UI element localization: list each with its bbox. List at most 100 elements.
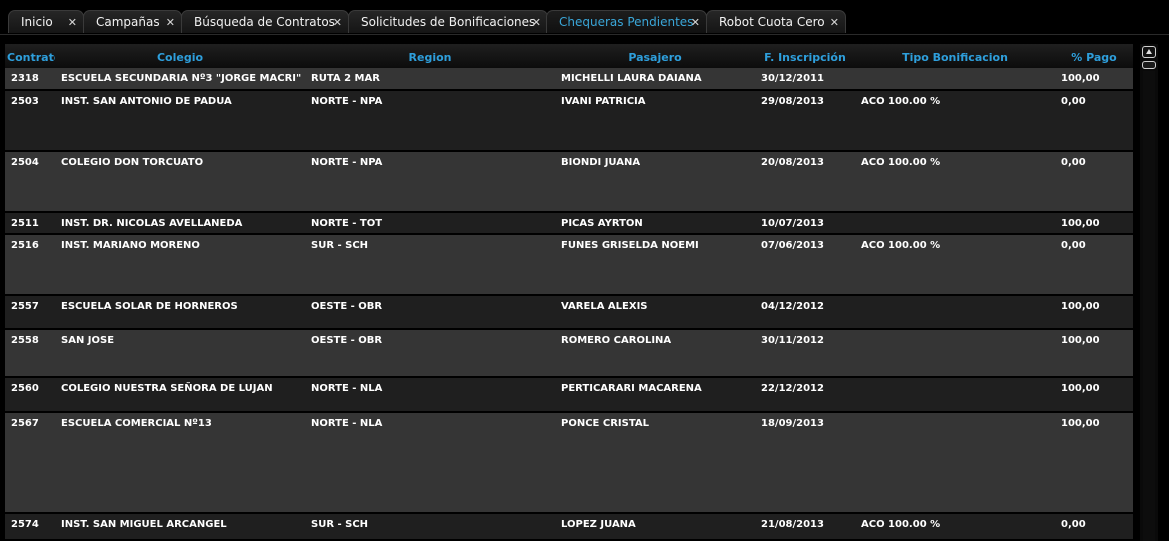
cell-pasajero: BIONDI JUANA: [555, 152, 757, 213]
tab-chequeras-pendientes[interactable]: Chequeras Pendientes ✕: [546, 10, 707, 33]
table-row[interactable]: 2567 ESCUELA COMERCIAL Nº13 NORTE - NLA PON…: [5, 413, 1135, 514]
cell-colegio: COLEGIO DON TORCUATO: [55, 152, 307, 213]
cell-pasajero: FUNES GRISELDA NOEMI: [555, 235, 757, 296]
cell-region: NORTE - NPA: [305, 91, 557, 152]
table-row[interactable]: 2503 INST. SAN ANTONIO DE PADUA NORTE - NP…: [5, 91, 1135, 152]
column-header-fecha-inscripcion[interactable]: F. Inscripción: [755, 44, 857, 68]
close-icon[interactable]: ✕: [166, 11, 175, 34]
vertical-scrollbar[interactable]: [1140, 44, 1158, 541]
cell-pasajero: IVANI PATRICIA: [555, 91, 757, 152]
cell-region: RUTA 2 MAR: [305, 68, 557, 91]
cell-contrato: 2574: [5, 514, 57, 541]
close-icon[interactable]: ✕: [68, 11, 77, 34]
scroll-track[interactable]: [1143, 71, 1155, 541]
tab-label: Búsqueda de Contratos: [194, 15, 335, 29]
column-header-contrato[interactable]: Contrato: [5, 44, 57, 68]
cell-colegio: ESCUELA SOLAR DE HORNEROS: [55, 296, 307, 330]
table-row[interactable]: 2516 INST. MARIANO MORENO SUR - SCH FUNES G…: [5, 235, 1135, 296]
cell-contrato: 2504: [5, 152, 57, 213]
cell-pasajero: PICAS AYRTON: [555, 213, 757, 235]
cell-porcentaje-pago: 0,00: [1055, 514, 1135, 541]
scroll-up-icon[interactable]: [1142, 46, 1156, 58]
cell-porcentaje-pago: 100,00: [1055, 213, 1135, 235]
cell-fecha-inscripcion: 30/11/2012: [755, 330, 857, 378]
cell-region: NORTE - TOT: [305, 213, 557, 235]
tab-label: Chequeras Pendientes: [559, 15, 694, 29]
cell-porcentaje-pago: 100,00: [1055, 413, 1135, 514]
cell-colegio: INST. SAN ANTONIO DE PADUA: [55, 91, 307, 152]
table-row[interactable]: 2574 INST. SAN MIGUEL ARCANGEL SUR - SCH LO…: [5, 514, 1135, 541]
table-row[interactable]: 2511 INST. DR. NICOLAS AVELLANEDA NORTE - …: [5, 213, 1135, 235]
cell-region: NORTE - NLA: [305, 413, 557, 514]
tab-campanas[interactable]: Campañas ✕: [83, 10, 182, 33]
cell-contrato: 2511: [5, 213, 57, 235]
tab-label: Inicio: [21, 15, 53, 29]
cell-fecha-inscripcion: 07/06/2013: [755, 235, 857, 296]
cell-tipo-bonificacion: ACO 100.00 %: [855, 152, 1057, 213]
tab-label: Solicitudes de Bonificaciones: [361, 15, 536, 29]
tab-robot-cuota-cero[interactable]: Robot Cuota Cero ✕: [706, 10, 846, 33]
cell-tipo-bonificacion: [855, 413, 1057, 514]
column-header-colegio[interactable]: Colegio: [55, 44, 307, 68]
cell-region: NORTE - NLA: [305, 378, 557, 413]
cell-contrato: 2557: [5, 296, 57, 330]
tab-bar: Inicio ✕ Campañas ✕ Búsqueda de Contratos ✕ So…: [0, 0, 1169, 35]
close-icon[interactable]: ✕: [830, 11, 839, 34]
cell-region: OESTE - OBR: [305, 296, 557, 330]
cell-region: OESTE - OBR: [305, 330, 557, 378]
cell-pasajero: PONCE CRISTAL: [555, 413, 757, 514]
cell-fecha-inscripcion: 21/08/2013: [755, 514, 857, 541]
cell-porcentaje-pago: 100,00: [1055, 330, 1135, 378]
cell-region: SUR - SCH: [305, 514, 557, 541]
cell-tipo-bonificacion: [855, 378, 1057, 413]
column-header-pasajero[interactable]: Pasajero: [555, 44, 757, 68]
column-header-region[interactable]: Region: [305, 44, 557, 68]
cell-pasajero: ROMERO CAROLINA: [555, 330, 757, 378]
cell-fecha-inscripcion: 04/12/2012: [755, 296, 857, 330]
table-row[interactable]: 2557 ESCUELA SOLAR DE HORNEROS OESTE - OBR…: [5, 296, 1135, 330]
tab-label: Robot Cuota Cero: [719, 15, 825, 29]
cell-tipo-bonificacion: [855, 213, 1057, 235]
cell-colegio: ESCUELA SECUNDARIA Nº3 "JORGE MACRI": [55, 68, 307, 91]
close-icon[interactable]: ✕: [333, 11, 342, 34]
cell-colegio: INST. MARIANO MORENO: [55, 235, 307, 296]
table-row[interactable]: 2558 SAN JOSE OESTE - OBR ROMERO CAROLINA 30…: [5, 330, 1135, 378]
cell-fecha-inscripcion: 18/09/2013: [755, 413, 857, 514]
tab-inicio[interactable]: Inicio ✕: [8, 10, 84, 33]
cell-tipo-bonificacion: ACO 100.00 %: [855, 514, 1057, 541]
cell-colegio: COLEGIO NUESTRA SEÑORA DE LUJAN: [55, 378, 307, 413]
tab-label: Campañas: [96, 15, 160, 29]
column-header-porcentaje-pago[interactable]: % Pago: [1055, 44, 1135, 68]
cell-colegio: INST. DR. NICOLAS AVELLANEDA: [55, 213, 307, 235]
cell-porcentaje-pago: 100,00: [1055, 296, 1135, 330]
cell-tipo-bonificacion: [855, 68, 1057, 91]
close-icon[interactable]: ✕: [691, 11, 700, 34]
cell-pasajero: MICHELLI LAURA DAIANA: [555, 68, 757, 91]
cell-porcentaje-pago: 0,00: [1055, 91, 1135, 152]
tab-busqueda-de-contratos[interactable]: Búsqueda de Contratos ✕: [181, 10, 349, 33]
cell-fecha-inscripcion: 29/08/2013: [755, 91, 857, 152]
cell-colegio: ESCUELA COMERCIAL Nº13: [55, 413, 307, 514]
table-row[interactable]: 2560 COLEGIO NUESTRA SEÑORA DE LUJAN NORTE…: [5, 378, 1135, 413]
cell-porcentaje-pago: 0,00: [1055, 152, 1135, 213]
cell-porcentaje-pago: 100,00: [1055, 378, 1135, 413]
table-row[interactable]: 2318 ESCUELA SECUNDARIA Nº3 "JORGE MACRI"…: [5, 68, 1135, 91]
cell-region: NORTE - NPA: [305, 152, 557, 213]
scroll-thumb[interactable]: [1142, 61, 1156, 69]
column-header-tipo-bonificacion[interactable]: Tipo Bonificacion: [855, 44, 1057, 68]
cell-colegio: SAN JOSE: [55, 330, 307, 378]
grid-header: Contrato Colegio Region Pasajero F. Inscripc…: [5, 44, 1135, 68]
cell-tipo-bonificacion: [855, 296, 1057, 330]
cell-tipo-bonificacion: [855, 330, 1057, 378]
tab-solicitudes-de-bonificaciones[interactable]: Solicitudes de Bonificaciones ✕: [348, 10, 548, 33]
cell-porcentaje-pago: 0,00: [1055, 235, 1135, 296]
cell-contrato: 2516: [5, 235, 57, 296]
cell-contrato: 2560: [5, 378, 57, 413]
table-row[interactable]: 2504 COLEGIO DON TORCUATO NORTE - NPA BIOND…: [5, 152, 1135, 213]
cell-pasajero: PERTICARARI MACARENA: [555, 378, 757, 413]
close-icon[interactable]: ✕: [532, 11, 541, 34]
cell-tipo-bonificacion: ACO 100.00 %: [855, 235, 1057, 296]
cell-contrato: 2503: [5, 91, 57, 152]
cell-porcentaje-pago: 100,00: [1055, 68, 1135, 91]
cell-tipo-bonificacion: ACO 100.00 %: [855, 91, 1057, 152]
